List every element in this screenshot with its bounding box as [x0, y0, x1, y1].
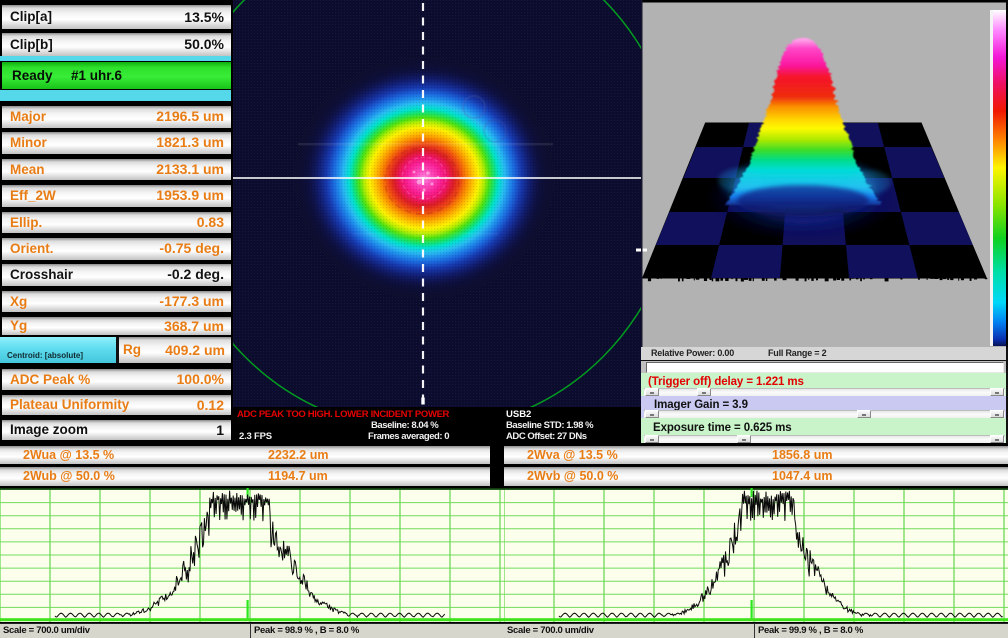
svg-text:ADC Offset: 27 DNs: ADC Offset: 27 DNs — [506, 431, 587, 442]
svg-text:2.3 FPS: 2.3 FPS — [239, 431, 272, 442]
svg-text:Baseline: 8.04 %: Baseline: 8.04 % — [371, 420, 439, 431]
svg-text:Frames averaged: 0: Frames averaged: 0 — [368, 431, 449, 442]
svg-text:USB2: USB2 — [506, 409, 531, 420]
svg-text:Baseline STD: 1.98 %: Baseline STD: 1.98 % — [506, 420, 594, 431]
svg-text:ADC PEAK TOO HIGH. LOWER INCID: ADC PEAK TOO HIGH. LOWER INCIDENT POWER — [237, 409, 450, 420]
